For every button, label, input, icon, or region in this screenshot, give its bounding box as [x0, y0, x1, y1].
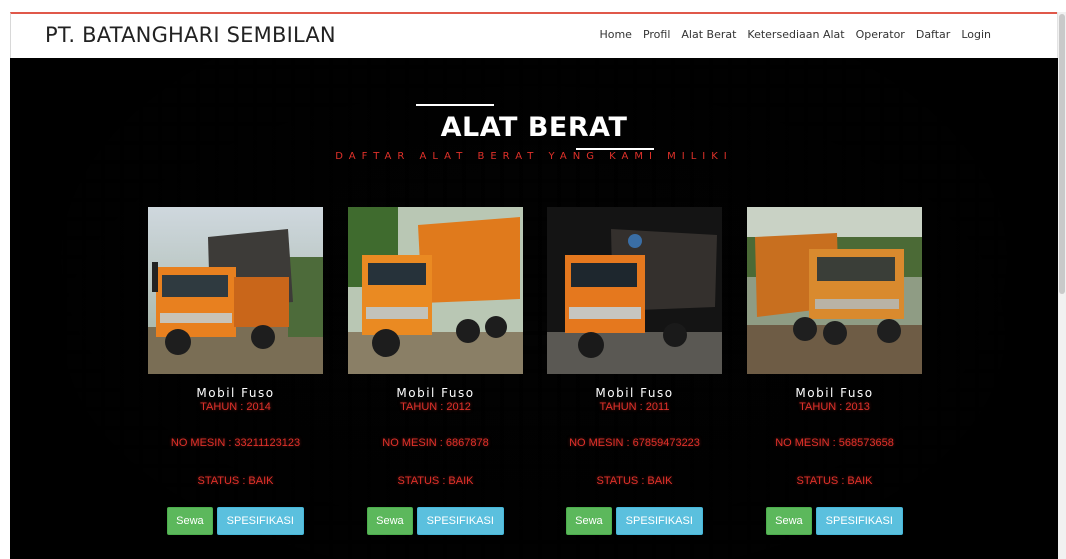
- vehicle-engine-number: NO MESIN : 33211123123: [170, 437, 301, 449]
- rent-button[interactable]: Sewa: [367, 507, 413, 535]
- nav-menu: Home Profil Alat Berat Ketersediaan Alat…: [599, 28, 991, 41]
- vehicle-status: STATUS : BAIK: [796, 475, 873, 487]
- vehicle-card: Mobil Fuso TAHUN : 2014 NO MESIN : 33211…: [148, 207, 323, 535]
- orange-dump-truck-photo: [148, 207, 323, 374]
- vertical-scrollbar[interactable]: [1057, 12, 1066, 559]
- title-decor-line-top: [416, 104, 494, 106]
- equipment-section: ALAT BERAT DAFTAR ALAT BERAT YANG KAMI M…: [10, 58, 1058, 559]
- vehicle-card: Mobil Fuso TAHUN : 2011 NO MESIN : 67859…: [547, 207, 722, 535]
- specification-button[interactable]: SPESIFIKASI: [416, 507, 504, 535]
- vehicle-year: TAHUN : 2014: [200, 401, 271, 413]
- navbar: PT. BATANGHARI SEMBILAN Home Profil Alat…: [10, 12, 1058, 58]
- orange-dump-truck-photo: [747, 207, 922, 374]
- nav-link-profil[interactable]: Profil: [643, 28, 670, 41]
- section-subtitle: DAFTAR ALAT BERAT YANG KAMI MILIKI: [335, 151, 733, 162]
- vehicle-card-grid: Mobil Fuso TAHUN : 2014 NO MESIN : 33211…: [148, 207, 928, 547]
- rent-button[interactable]: Sewa: [766, 507, 812, 535]
- browser-viewport: PT. BATANGHARI SEMBILAN Home Profil Alat…: [0, 0, 1066, 559]
- rent-button[interactable]: Sewa: [566, 507, 612, 535]
- vehicle-name: Mobil Fuso: [196, 386, 275, 400]
- nav-link-operator[interactable]: Operator: [856, 28, 905, 41]
- vehicle-name: Mobil Fuso: [595, 386, 674, 400]
- card-actions: Sewa SPESIFIKASI: [148, 507, 323, 535]
- specification-button[interactable]: SPESIFIKASI: [216, 507, 304, 535]
- vehicle-engine-number: NO MESIN : 6867878: [382, 437, 489, 449]
- nav-link-home[interactable]: Home: [599, 28, 631, 41]
- vehicle-card: Mobil Fuso TAHUN : 2012 NO MESIN : 68678…: [348, 207, 523, 535]
- vehicle-card: Mobil Fuso TAHUN : 2013 NO MESIN : 56857…: [747, 207, 922, 535]
- card-actions: Sewa SPESIFIKASI: [348, 507, 523, 535]
- vehicle-year: TAHUN : 2011: [599, 401, 670, 413]
- section-title: ALAT BERAT: [440, 112, 628, 143]
- nav-link-ketersediaan-alat[interactable]: Ketersediaan Alat: [747, 28, 844, 41]
- orange-dump-truck-photo: [348, 207, 523, 374]
- nav-link-alat-berat[interactable]: Alat Berat: [681, 28, 736, 41]
- vehicle-name: Mobil Fuso: [396, 386, 475, 400]
- vehicle-name: Mobil Fuso: [795, 386, 874, 400]
- vehicle-status: STATUS : BAIK: [596, 475, 673, 487]
- vehicle-status: STATUS : BAIK: [197, 475, 274, 487]
- title-decor-line-bottom: [576, 148, 654, 150]
- card-actions: Sewa SPESIFIKASI: [547, 507, 722, 535]
- orange-dump-truck-photo: [547, 207, 722, 374]
- nav-link-login[interactable]: Login: [961, 28, 991, 41]
- vehicle-engine-number: NO MESIN : 67859473223: [569, 437, 700, 449]
- card-actions: Sewa SPESIFIKASI: [747, 507, 922, 535]
- vehicle-year: TAHUN : 2012: [400, 401, 471, 413]
- rent-button[interactable]: Sewa: [167, 507, 213, 535]
- brand-logo-text[interactable]: PT. BATANGHARI SEMBILAN: [45, 23, 336, 47]
- scrollbar-thumb[interactable]: [1059, 14, 1065, 294]
- specification-button[interactable]: SPESIFIKASI: [615, 507, 703, 535]
- vehicle-engine-number: NO MESIN : 568573658: [775, 437, 894, 449]
- specification-button[interactable]: SPESIFIKASI: [815, 507, 903, 535]
- vehicle-year: TAHUN : 2013: [799, 401, 870, 413]
- vehicle-status: STATUS : BAIK: [397, 475, 474, 487]
- nav-link-daftar[interactable]: Daftar: [916, 28, 950, 41]
